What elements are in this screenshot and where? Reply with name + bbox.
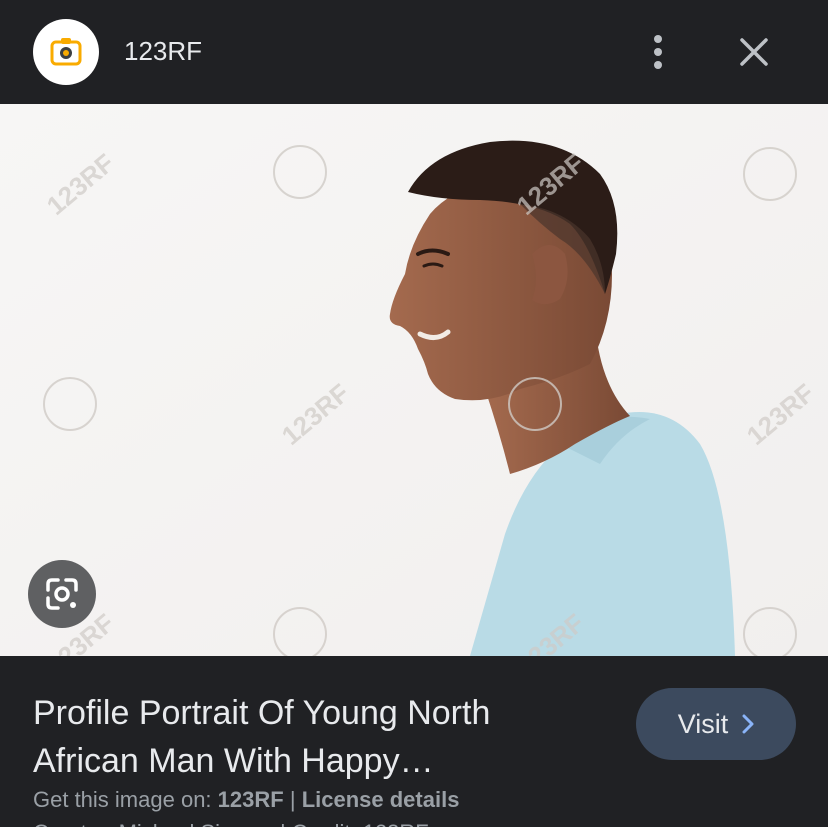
more-vert-icon <box>654 35 662 69</box>
license-details-link[interactable]: License details <box>302 787 460 812</box>
viewer-header: 123RF <box>0 0 828 104</box>
site-name[interactable]: 123RF <box>124 34 202 68</box>
source-line: Get this image on: 123RF | License detai… <box>33 785 459 815</box>
source-link[interactable]: 123RF <box>218 787 284 812</box>
portrait-photo: 123RF 123RF 123RF 123RF 123RF 123RF <box>0 104 828 656</box>
close-icon <box>740 38 768 66</box>
visit-label: Visit <box>677 708 729 739</box>
more-options-button[interactable] <box>634 26 682 78</box>
google-lens-icon <box>46 578 78 610</box>
close-button[interactable] <box>728 26 780 78</box>
separator: | <box>289 787 296 812</box>
google-lens-button[interactable] <box>28 560 96 628</box>
image-title[interactable]: Profile Portrait Of Young North African … <box>33 689 593 785</box>
credit-line: Creator: Michael Simons | Credit: 123RF <box>33 818 429 827</box>
source-prefix: Get this image on: <box>33 787 212 812</box>
chevron-right-icon <box>742 714 754 734</box>
preview-image[interactable]: 123RF 123RF 123RF 123RF 123RF 123RF <box>0 104 828 656</box>
site-logo[interactable] <box>33 19 99 85</box>
visit-button[interactable]: Visit <box>636 688 796 760</box>
camera-logo-icon <box>50 38 82 66</box>
image-info-panel: Profile Portrait Of Young North African … <box>0 656 828 827</box>
image-viewer: 123RF 123RF 123RF 123RF 123RF 123RF 123R… <box>0 0 828 827</box>
